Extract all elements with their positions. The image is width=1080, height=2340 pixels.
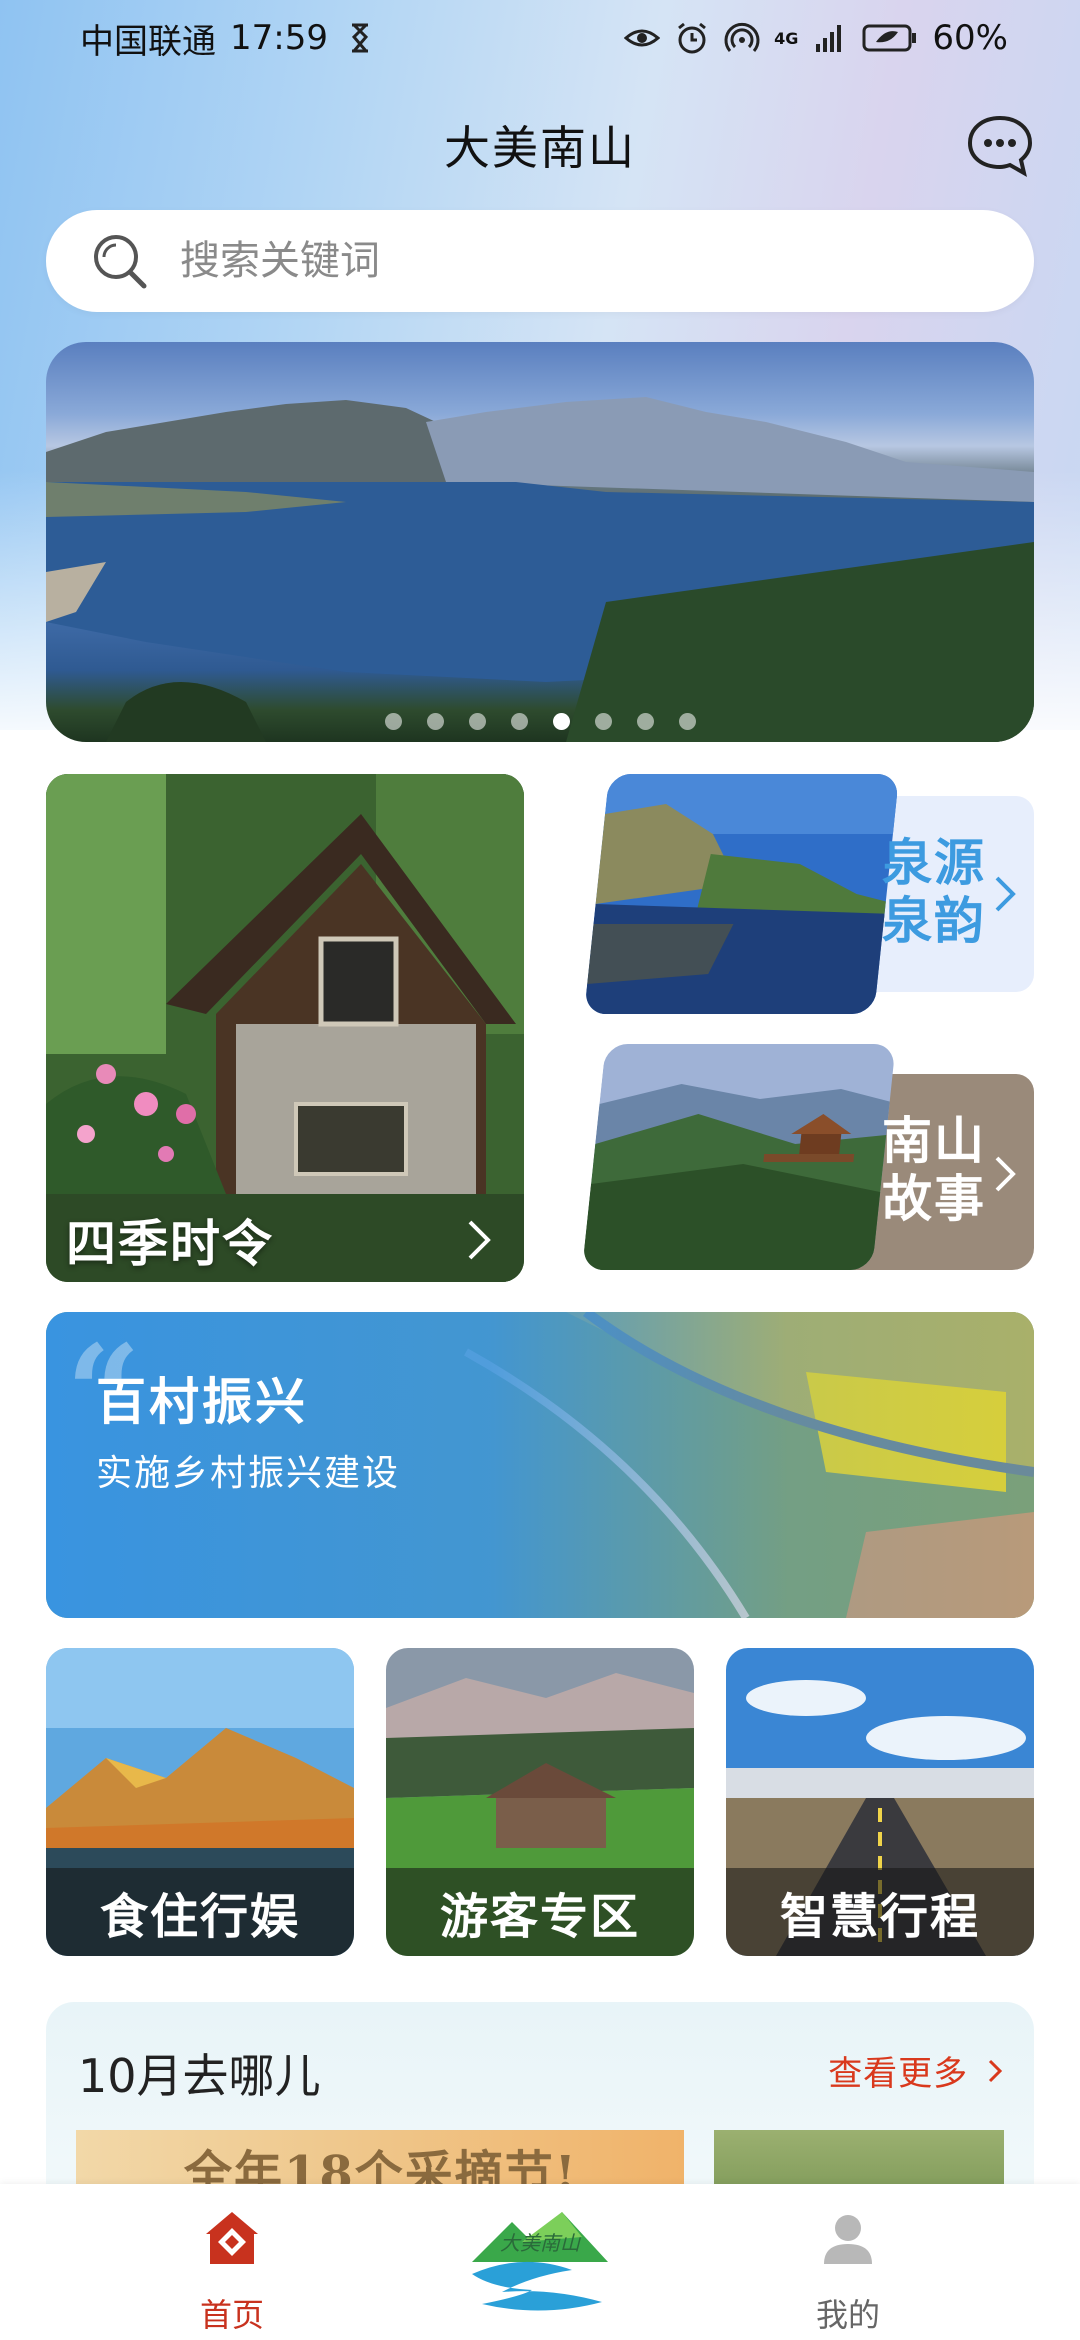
message-icon[interactable] [964,110,1036,182]
page-title: 大美南山 [444,121,636,175]
tile-food-stay[interactable]: 食住行娱 [46,1648,354,1956]
tile-smart-trip[interactable]: 智慧行程 [726,1648,1034,1956]
story-label-line1: 南山 [882,1112,986,1170]
nanshan-logo-icon: 大美南山 [472,2212,608,2311]
chevron-right-icon [995,876,1016,912]
network-type-text: 4G [774,28,799,48]
spring-label: 泉源 泉韵 [882,834,986,950]
app-header: 大美南山 [0,100,1080,190]
status-right: 4G 60% [624,18,1008,58]
user-icon [824,2215,872,2264]
story-image-frame [582,1044,896,1270]
spring-card[interactable]: 泉源 泉韵 [556,774,1034,1014]
logo-text: 大美南山 [500,2231,582,2255]
spring-label-line2: 泉韵 [882,892,986,950]
carrier-text: 中国联通 [80,21,216,62]
search-bar[interactable] [46,210,1034,312]
carousel-dot-active[interactable] [552,713,570,730]
carousel-dots [46,713,1034,730]
story-image [582,1044,896,1270]
carousel-dot[interactable] [468,713,486,730]
seasons-label: 四季时令 [66,1215,274,1273]
chevron-right-icon [988,2059,1003,2083]
tile-label: 游客专区 [386,1868,694,1956]
seasons-card[interactable]: 四季时令 [46,774,524,1282]
tile-visitor-zone[interactable]: 游客专区 [386,1648,694,1956]
hotspot-icon [724,22,760,52]
search-input[interactable] [180,238,980,284]
time-text: 17:59 [230,18,328,58]
spring-image-frame [584,774,900,1014]
story-label: 南山 故事 [882,1112,986,1228]
status-bar: 中国联通 17:59 4G 60% [0,0,1080,76]
search-icon [94,235,147,289]
carousel-dot[interactable] [426,713,444,730]
eye-icon [624,29,661,47]
nav-mine[interactable]: 我的 [748,2184,948,2340]
status-left: 中国联通 17:59 [80,14,378,63]
revival-subtitle: 实施乡村振兴建设 [96,1453,401,1494]
nav-home-label: 首页 [199,2296,264,2334]
nav-logo[interactable]: 大美南山 [462,2192,618,2322]
tile-label: 食住行娱 [46,1868,354,1956]
spring-label-line1: 泉源 [882,834,986,892]
banner-carousel[interactable] [46,342,1034,742]
banner-lake-image [46,397,1034,742]
carousel-dot[interactable] [636,713,654,730]
carousel-dot[interactable] [678,713,696,730]
see-more-label: 查看更多 [828,2054,969,2094]
battery-text: 60% [932,18,1008,58]
section-title: 10月去哪儿 [78,2049,321,2103]
revival-title: 百村振兴 [96,1373,308,1431]
chevron-right-icon [468,1220,491,1260]
battery-icon [862,24,917,52]
home-icon [206,2212,258,2264]
story-label-line2: 故事 [882,1170,986,1228]
see-more-link[interactable]: 查看更多 [828,2046,1004,2095]
chevron-right-icon [995,1156,1016,1192]
signal-icon [816,25,842,52]
alarm-icon [678,22,707,54]
village-revival-card[interactable]: “ 百村振兴 实施乡村振兴建设 [46,1312,1034,1618]
hourglass-icon [351,23,369,53]
spring-image [584,774,900,1014]
carousel-dot[interactable] [384,713,402,730]
story-card[interactable]: 南山 故事 [556,1044,1034,1270]
nav-home[interactable]: 首页 [132,2184,332,2340]
nav-mine-label: 我的 [815,2296,880,2334]
carousel-dot[interactable] [594,713,612,730]
bottom-nav: 首页 大美南山 我的 [0,2184,1080,2340]
carousel-dot[interactable] [510,713,528,730]
tile-label: 智慧行程 [726,1868,1034,1956]
